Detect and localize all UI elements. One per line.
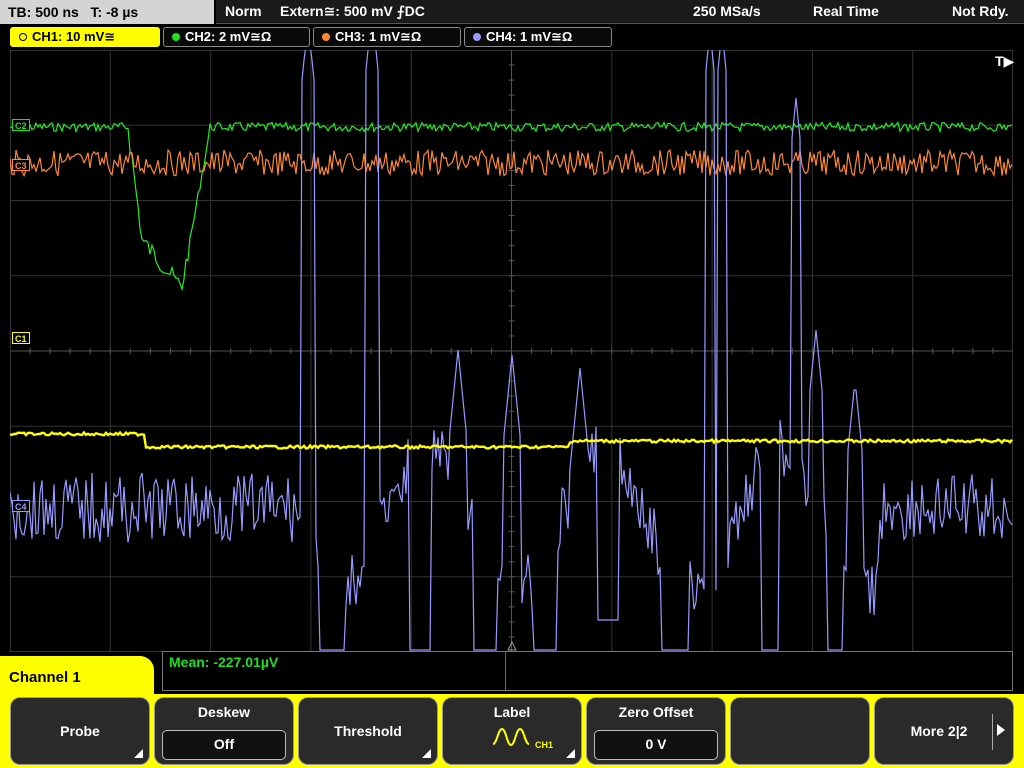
probe-softkey[interactable]: Probe bbox=[10, 697, 150, 765]
tab-ch4[interactable]: CH4: 1 mV≅Ω bbox=[464, 27, 612, 47]
menu-title: Channel 1 bbox=[0, 656, 154, 700]
submenu-corner-icon bbox=[566, 749, 575, 758]
acquisition-status: Norm Extern≅: 500 mV ⨍DC 250 MSa/s Real … bbox=[216, 0, 1024, 24]
trigger-mode[interactable]: Norm bbox=[225, 0, 262, 23]
c1-level-marker[interactable]: C1 bbox=[12, 332, 30, 344]
more-softkey[interactable]: More 2|2 bbox=[874, 697, 1014, 765]
ch1-dot-icon bbox=[19, 33, 27, 41]
ch3-label: CH3: 1 mV≅Ω bbox=[335, 29, 422, 44]
waveform-display[interactable] bbox=[10, 50, 1013, 652]
submenu-corner-icon bbox=[134, 749, 143, 758]
submenu-corner-icon bbox=[422, 749, 431, 758]
label-label: Label bbox=[493, 704, 531, 720]
c2-level-marker[interactable]: C2 bbox=[12, 119, 30, 131]
deskew-label: Deskew bbox=[197, 704, 251, 720]
zero-offset-value[interactable]: 0 V bbox=[594, 730, 718, 760]
acquisition-mode: Real Time bbox=[813, 3, 879, 19]
c3-level-marker[interactable]: C3 bbox=[12, 159, 30, 171]
tab-ch3[interactable]: CH3: 1 mV≅Ω bbox=[313, 27, 461, 47]
more-separator bbox=[992, 714, 993, 750]
measurement-box: Mean: -227.01µV bbox=[162, 651, 1013, 691]
mean-value: Mean: -227.01µV bbox=[169, 654, 279, 670]
tab-ch2[interactable]: CH2: 2 mV≅Ω bbox=[163, 27, 310, 47]
threshold-softkey[interactable]: Threshold bbox=[298, 697, 438, 765]
deskew-value[interactable]: Off bbox=[162, 730, 286, 760]
empty-softkey[interactable] bbox=[730, 697, 870, 765]
ch4-label: CH4: 1 mV≅Ω bbox=[486, 29, 573, 44]
ch2-dot-icon bbox=[172, 33, 180, 41]
c4-level-marker[interactable]: C4 bbox=[12, 500, 30, 512]
ch2-label: CH2: 2 mV≅Ω bbox=[185, 29, 272, 44]
trigger-position-marker[interactable]: T▶ bbox=[995, 53, 1014, 70]
arrow-right-icon bbox=[997, 724, 1005, 736]
status-bar: TB: 500 ns T: -8 µs Norm Extern≅: 500 mV… bbox=[0, 0, 1024, 24]
sample-rate: 250 MSa/s bbox=[693, 3, 761, 19]
run-state: Not Rdy. bbox=[952, 3, 1009, 19]
ch4-dot-icon bbox=[473, 33, 481, 41]
trigger-source[interactable]: Extern≅: 500 mV ⨍DC bbox=[280, 0, 425, 23]
probe-label: Probe bbox=[60, 723, 100, 739]
deskew-softkey[interactable]: Deskew Off bbox=[154, 697, 294, 765]
tab-ch1[interactable]: CH1: 10 mV≅ bbox=[10, 27, 160, 47]
threshold-label: Threshold bbox=[334, 723, 402, 739]
more-label: More 2|2 bbox=[910, 723, 968, 739]
timebase-readout[interactable]: TB: 500 ns T: -8 µs bbox=[0, 0, 214, 24]
measurement-divider bbox=[505, 652, 506, 690]
label-softkey[interactable]: Label CH1 bbox=[442, 697, 582, 765]
zero-offset-softkey[interactable]: Zero Offset 0 V bbox=[586, 697, 726, 765]
ch1-label: CH1: 10 mV≅ bbox=[32, 29, 116, 44]
zero-offset-label: Zero Offset bbox=[618, 704, 694, 720]
waveform-icon bbox=[492, 727, 530, 747]
ch3-dot-icon bbox=[322, 33, 330, 41]
label-value: CH1 bbox=[535, 740, 554, 750]
